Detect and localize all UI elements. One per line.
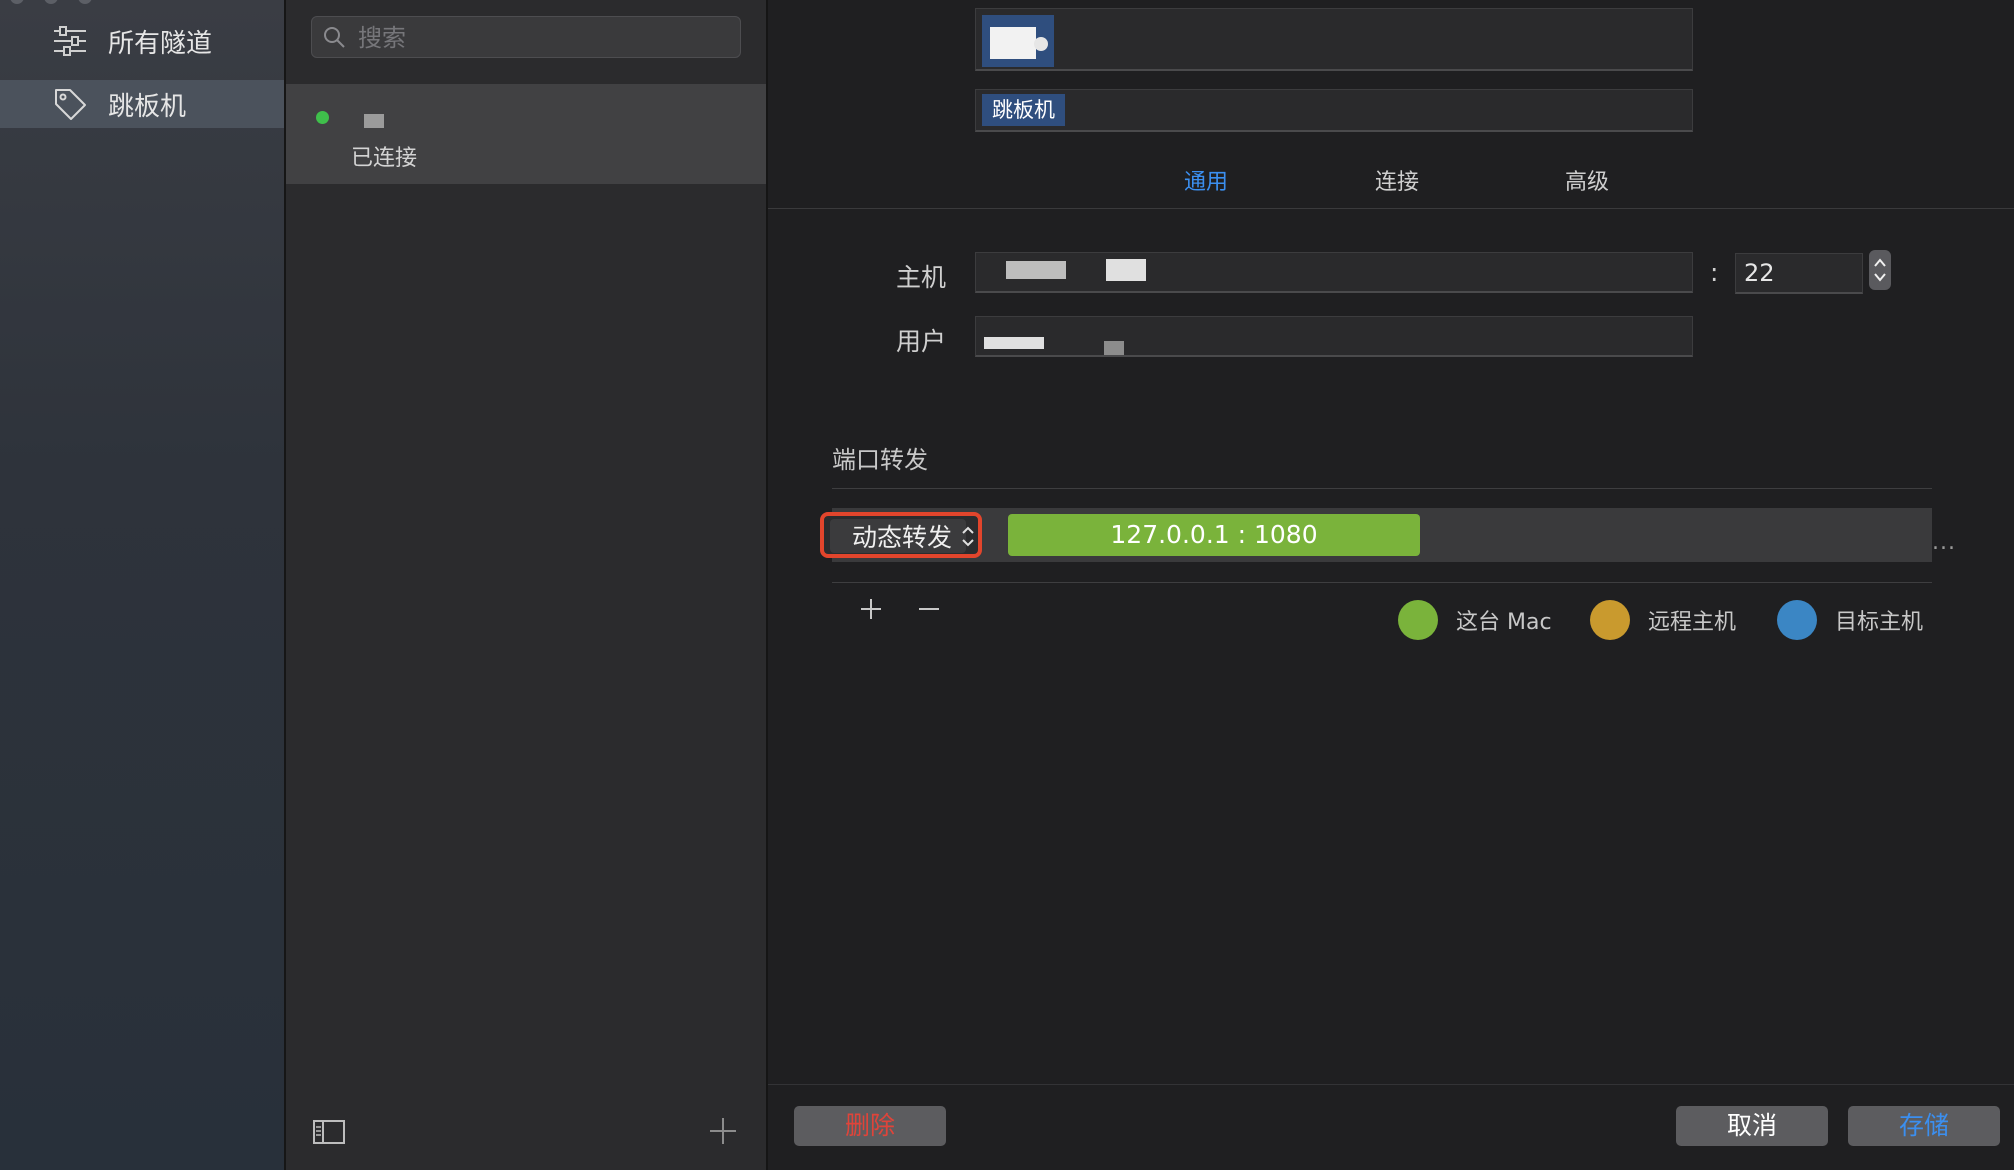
legend-swatch	[1398, 600, 1438, 640]
search-input[interactable]	[356, 17, 730, 59]
search-field[interactable]	[311, 16, 741, 59]
add-rule-button[interactable]	[858, 596, 884, 622]
add-tunnel-icon[interactable]	[706, 1114, 740, 1148]
sidebar: 所有隧道 跳板机	[0, 0, 286, 1170]
minimize-window-button[interactable]	[44, 0, 58, 4]
legend-remote-host: 远程主机	[1590, 600, 1736, 640]
save-button[interactable]: 存储	[1848, 1106, 2000, 1146]
more-options-button[interactable]: ...	[1932, 530, 1956, 555]
forward-type-select[interactable]: 动态转发	[820, 512, 982, 558]
delete-button[interactable]: 删除	[794, 1106, 946, 1146]
search-icon	[324, 27, 345, 48]
port-value: 22	[1744, 259, 1775, 287]
section-divider	[832, 488, 1932, 489]
group-field[interactable]: 跳板机	[975, 89, 1693, 132]
zoom-window-button[interactable]	[78, 0, 92, 4]
stepper-chevrons-icon	[1874, 258, 1886, 282]
tab-connection[interactable]: 连接	[1375, 164, 1419, 196]
legend-this-mac: 这台 Mac	[1398, 600, 1552, 640]
window-controls	[10, 0, 92, 4]
cancel-button[interactable]: 取消	[1676, 1106, 1828, 1146]
remove-rule-button[interactable]	[916, 596, 942, 622]
tab-advanced[interactable]: 高级	[1565, 164, 1609, 196]
tunnel-list-pane: 已连接	[286, 0, 768, 1170]
legend-label: 这台 Mac	[1456, 610, 1552, 635]
sliders-icon	[54, 26, 86, 56]
sidebar-item-label: 跳板机	[108, 91, 187, 122]
chevron-updown-icon	[962, 526, 974, 547]
close-window-button[interactable]	[10, 0, 24, 4]
tunnel-name-redacted	[982, 15, 1054, 67]
sidebar-item-jump-host[interactable]: 跳板机	[0, 80, 284, 128]
sidebar-item-label: 所有隧道	[108, 28, 213, 59]
legend-swatch	[1777, 600, 1817, 640]
legend-label: 目标主机	[1835, 610, 1924, 635]
connection-status-dot	[316, 111, 329, 124]
footer-divider	[768, 1084, 2014, 1085]
toggle-sidebar-icon[interactable]	[312, 1118, 346, 1146]
tab-general[interactable]: 通用	[1184, 164, 1228, 196]
host-field[interactable]	[975, 252, 1693, 293]
forward-type-value: 动态转发	[852, 523, 953, 552]
group-tag[interactable]: 跳板机	[982, 94, 1065, 126]
user-label: 用户	[896, 327, 947, 356]
rule-list-divider	[832, 582, 1932, 583]
port-field[interactable]: 22	[1735, 253, 1863, 294]
tab-divider	[768, 208, 2014, 209]
port-stepper[interactable]	[1869, 250, 1891, 290]
user-value-redacted	[984, 337, 1044, 349]
legend-label: 远程主机	[1648, 610, 1737, 635]
host-label: 主机	[896, 263, 947, 292]
legend-target-host: 目标主机	[1777, 600, 1923, 640]
legend-swatch	[1590, 600, 1630, 640]
tunnel-name-field[interactable]	[975, 8, 1693, 71]
port-forwarding-title: 端口转发	[832, 446, 928, 474]
host-value-redacted	[1006, 261, 1066, 279]
port-separator: :	[1710, 258, 1719, 287]
tunnel-status-text: 已连接	[351, 146, 418, 171]
local-endpoint-badge[interactable]: 127.0.0.1 : 1080	[1008, 514, 1420, 556]
sidebar-item-all-tunnels[interactable]: 所有隧道	[0, 17, 284, 65]
tunnel-detail-pane: 跳板机 通用 连接 高级 主机 : 22 用户 端口转发 动态转发 127.0.…	[768, 0, 2014, 1170]
tunnel-name-redacted	[364, 114, 384, 128]
tunnel-list-item[interactable]: 已连接	[286, 84, 766, 184]
tag-icon	[55, 89, 86, 120]
user-field[interactable]	[975, 316, 1693, 357]
